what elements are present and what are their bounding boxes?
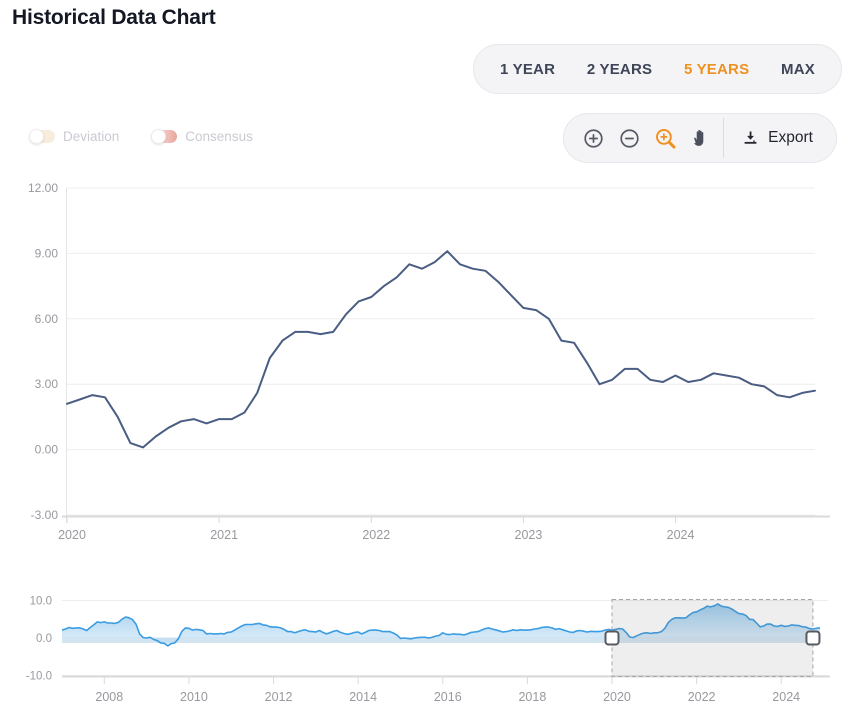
main-y-tick-label: 0.00: [35, 443, 59, 457]
nav-y-tick-label: 10.0: [30, 596, 52, 608]
main-x-tick-label: 2024: [667, 528, 695, 542]
main-x-tick-label: 2021: [210, 528, 238, 542]
brush-right-handle[interactable]: [806, 632, 819, 645]
brush-left-handle[interactable]: [605, 632, 618, 645]
main-chart[interactable]: 12.00 9.00 6.00 3.00 0.00 -3.00 2020 2021 2022 20…: [28, 181, 830, 542]
nav-x-tick-label: 2022: [688, 690, 716, 704]
main-y-tick-label: 12.00: [28, 181, 58, 195]
main-y-tick-label: 6.00: [35, 312, 59, 326]
main-x-tick-label: 2023: [515, 528, 543, 542]
main-y-tick-label: -3.00: [31, 508, 59, 522]
main-series-line: [67, 251, 815, 447]
nav-y-tick-label: 0.0: [36, 633, 52, 645]
main-y-tick-label: 3.00: [35, 377, 59, 391]
brush-selected-region[interactable]: [612, 600, 813, 677]
main-x-tick-label: 2022: [362, 528, 390, 542]
nav-x-tick-label: 2016: [434, 690, 462, 704]
navigator-chart[interactable]: 10.0 0.0 -10.0 2008 2010 2012 2014 2016 2018 2020…: [26, 596, 830, 705]
nav-x-tick-label: 2024: [772, 690, 800, 704]
nav-x-tick-label: 2014: [349, 690, 377, 704]
nav-x-tick-label: 2012: [265, 690, 293, 704]
nav-x-tick-label: 2008: [95, 690, 123, 704]
main-y-tick-label: 9.00: [35, 246, 59, 260]
historical-data-chart-widget: Historical Data Chart 1 YEAR 2 YEARS 5 Y…: [0, 0, 844, 716]
nav-x-tick-label: 2018: [518, 690, 546, 704]
nav-y-tick-label: -10.0: [26, 671, 52, 683]
charts-canvas[interactable]: 12.00 9.00 6.00 3.00 0.00 -3.00 2020 2021 2022 20…: [0, 0, 844, 716]
main-x-tick-label: 2020: [58, 528, 86, 542]
nav-x-tick-label: 2020: [603, 690, 631, 704]
nav-x-tick-label: 2010: [180, 690, 208, 704]
